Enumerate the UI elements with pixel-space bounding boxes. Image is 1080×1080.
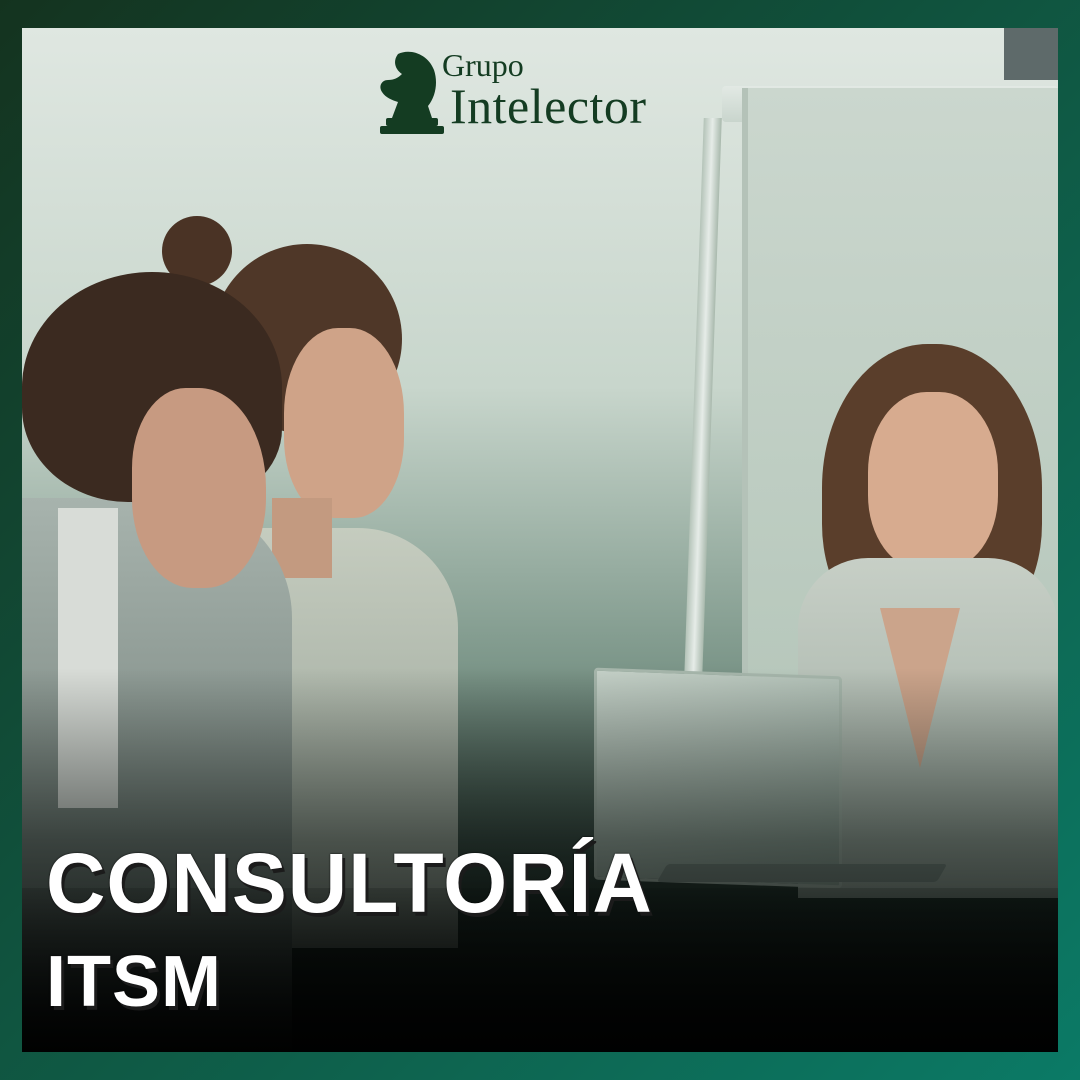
subheadline: ITSM bbox=[46, 942, 222, 1022]
whiteboard-pole bbox=[684, 118, 722, 678]
brand-logo: Grupo Intelector bbox=[376, 48, 716, 138]
dark-corner bbox=[1004, 28, 1058, 80]
border-frame: Grupo Intelector CONSULTORÍA ITSM bbox=[0, 0, 1080, 1080]
logo-text-grupo: Grupo bbox=[442, 47, 524, 83]
background-photo: Grupo Intelector CONSULTORÍA ITSM bbox=[22, 28, 1058, 1052]
logo-text-intelector: Intelector bbox=[450, 78, 647, 134]
chess-knight-icon bbox=[380, 51, 444, 134]
headline: CONSULTORÍA bbox=[46, 836, 653, 930]
